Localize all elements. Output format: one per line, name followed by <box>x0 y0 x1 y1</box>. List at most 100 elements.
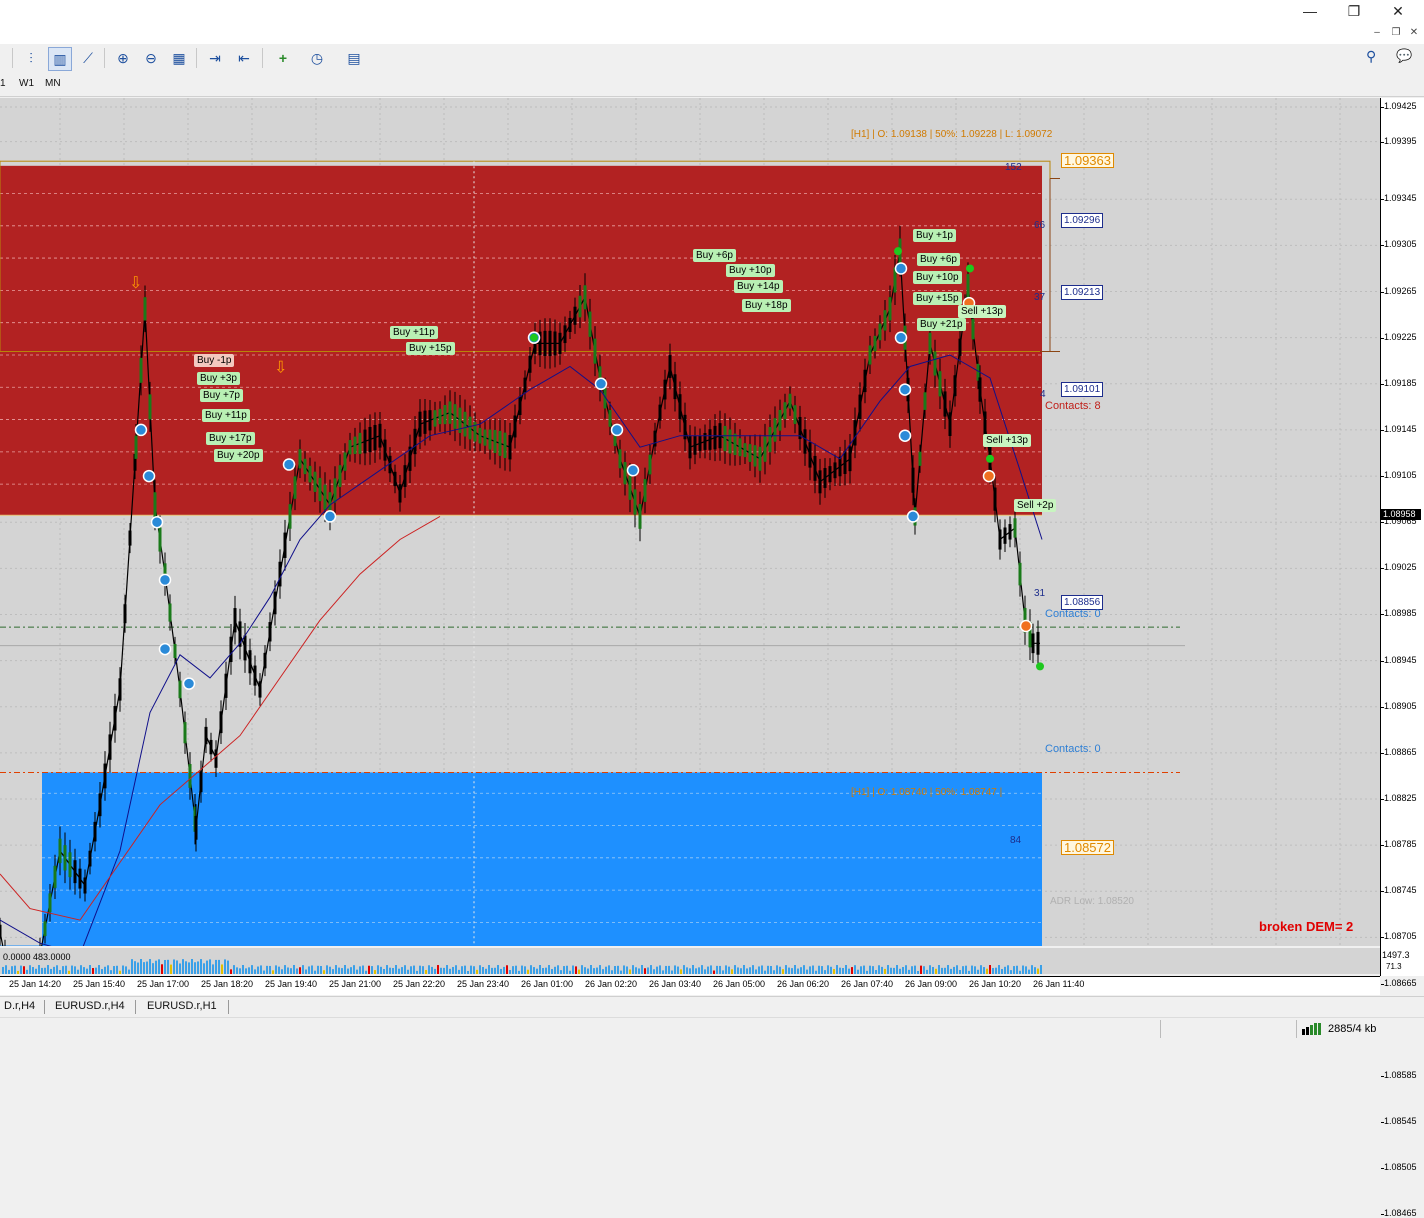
candlestick-icon[interactable]: ▥ <box>48 47 72 71</box>
candle-body <box>723 425 727 452</box>
candle-body <box>98 793 102 817</box>
line-chart-icon[interactable]: ⟋ <box>77 47 99 69</box>
chart-tab[interactable]: D.r,H4 <box>4 1000 35 1012</box>
candle-body <box>278 561 282 587</box>
price-axis[interactable]: 1.09425 1.09395 1.09345 1.09305 1.09265 1.092… <box>1380 98 1424 1218</box>
candle-body <box>623 462 627 485</box>
price-tick-label: 1.09225 <box>1384 331 1417 342</box>
candle-body <box>948 412 952 436</box>
volume-bar <box>704 969 706 974</box>
volume-bar <box>386 965 388 974</box>
volume-bar <box>413 965 415 974</box>
candle-body <box>113 706 117 731</box>
chart-tab[interactable]: EURUSD.r,H4 <box>55 1000 125 1012</box>
candle-body <box>58 838 62 864</box>
volume-bar <box>209 959 211 974</box>
mdi-minimize-button[interactable]: – <box>1370 26 1384 40</box>
volume-bar <box>41 967 43 974</box>
volume-bar <box>707 966 709 974</box>
minimize-button[interactable]: — <box>1290 0 1330 22</box>
candle-body <box>93 821 97 842</box>
candle-body <box>323 484 327 510</box>
chart-tab[interactable]: EURUSD.r,H1 <box>147 1000 217 1012</box>
volume-bar <box>521 965 523 974</box>
candle-body <box>378 423 382 448</box>
bar-chart-icon[interactable]: ⫶ <box>20 47 42 69</box>
volume-bar <box>2 966 4 974</box>
volume-bar <box>878 965 880 974</box>
chat-icon[interactable]: 💬 <box>1396 48 1412 64</box>
volume-bar <box>83 967 85 974</box>
trade-tag: Buy +11p <box>390 326 438 339</box>
volume-bar <box>230 969 232 974</box>
periods-icon[interactable]: ◷ <box>306 47 328 69</box>
volume-bar <box>248 967 250 974</box>
toolbar-separator <box>12 48 13 68</box>
volume-bar <box>962 966 964 974</box>
zoom-in-icon[interactable]: ⊕ <box>112 47 134 69</box>
chart-shift-icon[interactable]: ⇥ <box>204 47 226 69</box>
volume-bar <box>716 965 718 974</box>
indicators-icon[interactable]: + <box>272 47 294 69</box>
volume-bar <box>347 968 349 974</box>
search-icon[interactable]: ⚲ <box>1366 48 1376 65</box>
volume-bar <box>986 968 988 974</box>
mdi-close-button[interactable]: ✕ <box>1407 26 1421 40</box>
candle-body <box>1018 562 1022 586</box>
volume-bar <box>458 969 460 974</box>
volume-bar <box>914 965 916 974</box>
timeframe-button[interactable]: MN <box>45 78 61 89</box>
volume-bar <box>854 965 856 974</box>
volume-pane[interactable] <box>0 948 1380 974</box>
autoscroll-icon[interactable]: ⇤ <box>233 47 255 69</box>
close-button[interactable]: ✕ <box>1378 0 1418 22</box>
volume-bar <box>848 968 850 974</box>
trade-tag: Buy +6p <box>917 253 960 266</box>
sell-signal-icon <box>982 469 996 483</box>
volume-bar <box>26 969 28 974</box>
candle-body <box>204 726 208 745</box>
volume-bar <box>731 969 733 974</box>
volume-bar <box>1034 967 1036 974</box>
volume-bar <box>770 966 772 974</box>
volume-bar <box>719 965 721 974</box>
restore-button[interactable]: ❐ <box>1334 0 1374 22</box>
volume-bar <box>887 965 889 974</box>
candle-body <box>438 408 442 425</box>
mdi-restore-button[interactable]: ❐ <box>1389 26 1403 40</box>
title-bar: — ❐ ✕ <box>0 0 1424 22</box>
chart-canvas[interactable]: ⇩⇩ <box>0 98 1380 946</box>
volume-bar <box>881 966 883 974</box>
volume-bar <box>620 970 622 974</box>
candle-body <box>563 325 567 344</box>
candle-body <box>498 430 502 456</box>
candle-body <box>878 323 882 341</box>
volume-bar <box>809 966 811 974</box>
price-chart[interactable]: ⇩ ⇩ <box>0 98 1380 946</box>
price-tick-label: 1.09105 <box>1384 470 1417 481</box>
tile-windows-icon[interactable]: ▦ <box>168 47 190 69</box>
templates-icon[interactable]: ▤ <box>343 47 365 69</box>
time-tick-label: 25 Jan 14:20 <box>9 979 62 989</box>
volume-bar <box>149 959 151 974</box>
volume-bar <box>182 959 184 974</box>
volume-bar <box>995 967 997 974</box>
candle-body <box>573 306 577 325</box>
volume-bar <box>890 967 892 974</box>
timeframe-button[interactable]: 1 <box>0 78 6 89</box>
candle-body <box>219 711 223 734</box>
candle-body <box>383 439 387 461</box>
volume-bar <box>605 966 607 974</box>
volume-bar <box>359 966 361 974</box>
candle-body <box>813 455 817 481</box>
price-tick-label: 1.08505 <box>1384 1162 1417 1173</box>
price-tick-label: 1.09345 <box>1384 193 1417 204</box>
volume-bar <box>989 965 991 974</box>
candle-body <box>588 311 592 337</box>
volume-bar <box>44 967 46 974</box>
volume-bar <box>779 966 781 974</box>
zoom-out-icon[interactable]: ⊖ <box>140 47 162 69</box>
volume-bar <box>776 965 778 974</box>
timeframe-button[interactable]: W1 <box>19 78 34 89</box>
volume-bar <box>548 965 550 974</box>
